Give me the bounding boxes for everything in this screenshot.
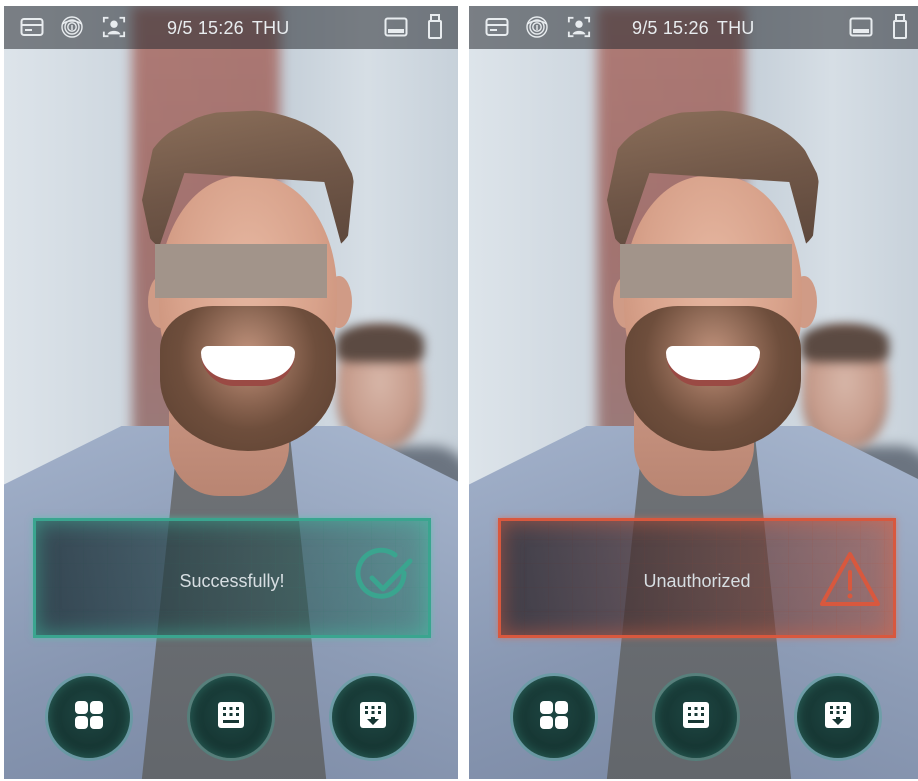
menu-icon	[72, 698, 106, 737]
fingerprint-icon	[525, 15, 549, 39]
status-bar: 9/5 15:26 THU	[4, 6, 458, 49]
status-bar: 9/5 15:26 THU	[469, 6, 918, 49]
network-icon	[849, 15, 873, 39]
verify-keypad-button[interactable]	[797, 676, 879, 758]
card-icon	[485, 15, 509, 39]
face-icon	[567, 15, 591, 39]
keypad-button[interactable]	[655, 676, 737, 758]
verify-keypad-icon	[357, 699, 389, 736]
checkmark-icon	[352, 546, 418, 612]
verification-result-panel: Unauthorized	[498, 518, 896, 638]
keypad-button[interactable]	[190, 676, 272, 758]
menu-icon	[537, 698, 571, 737]
network-icon	[384, 15, 408, 39]
warning-icon	[817, 546, 883, 612]
usb-icon	[423, 14, 447, 39]
face-icon	[102, 15, 126, 39]
verify-keypad-button[interactable]	[332, 676, 414, 758]
card-icon	[20, 15, 44, 39]
device-screen-left: 9/5 15:26 THU Successfully!	[4, 6, 458, 779]
date-time: 9/5 15:26 THU	[632, 18, 755, 38]
verify-keypad-icon	[822, 699, 854, 736]
face-redaction-bar	[620, 244, 792, 298]
verification-result-panel: Successfully!	[33, 518, 431, 638]
face-redaction-bar	[155, 244, 327, 298]
usb-icon	[888, 14, 912, 39]
fingerprint-icon	[60, 15, 84, 39]
device-screen-right: 9/5 15:26 THU Unauthorized	[469, 6, 918, 779]
camera-preview	[4, 6, 458, 779]
keypad-icon	[680, 699, 712, 736]
date-time: 9/5 15:26 THU	[167, 18, 290, 38]
menu-button[interactable]	[513, 676, 595, 758]
camera-preview	[469, 6, 918, 779]
keypad-icon	[215, 699, 247, 736]
menu-button[interactable]	[48, 676, 130, 758]
